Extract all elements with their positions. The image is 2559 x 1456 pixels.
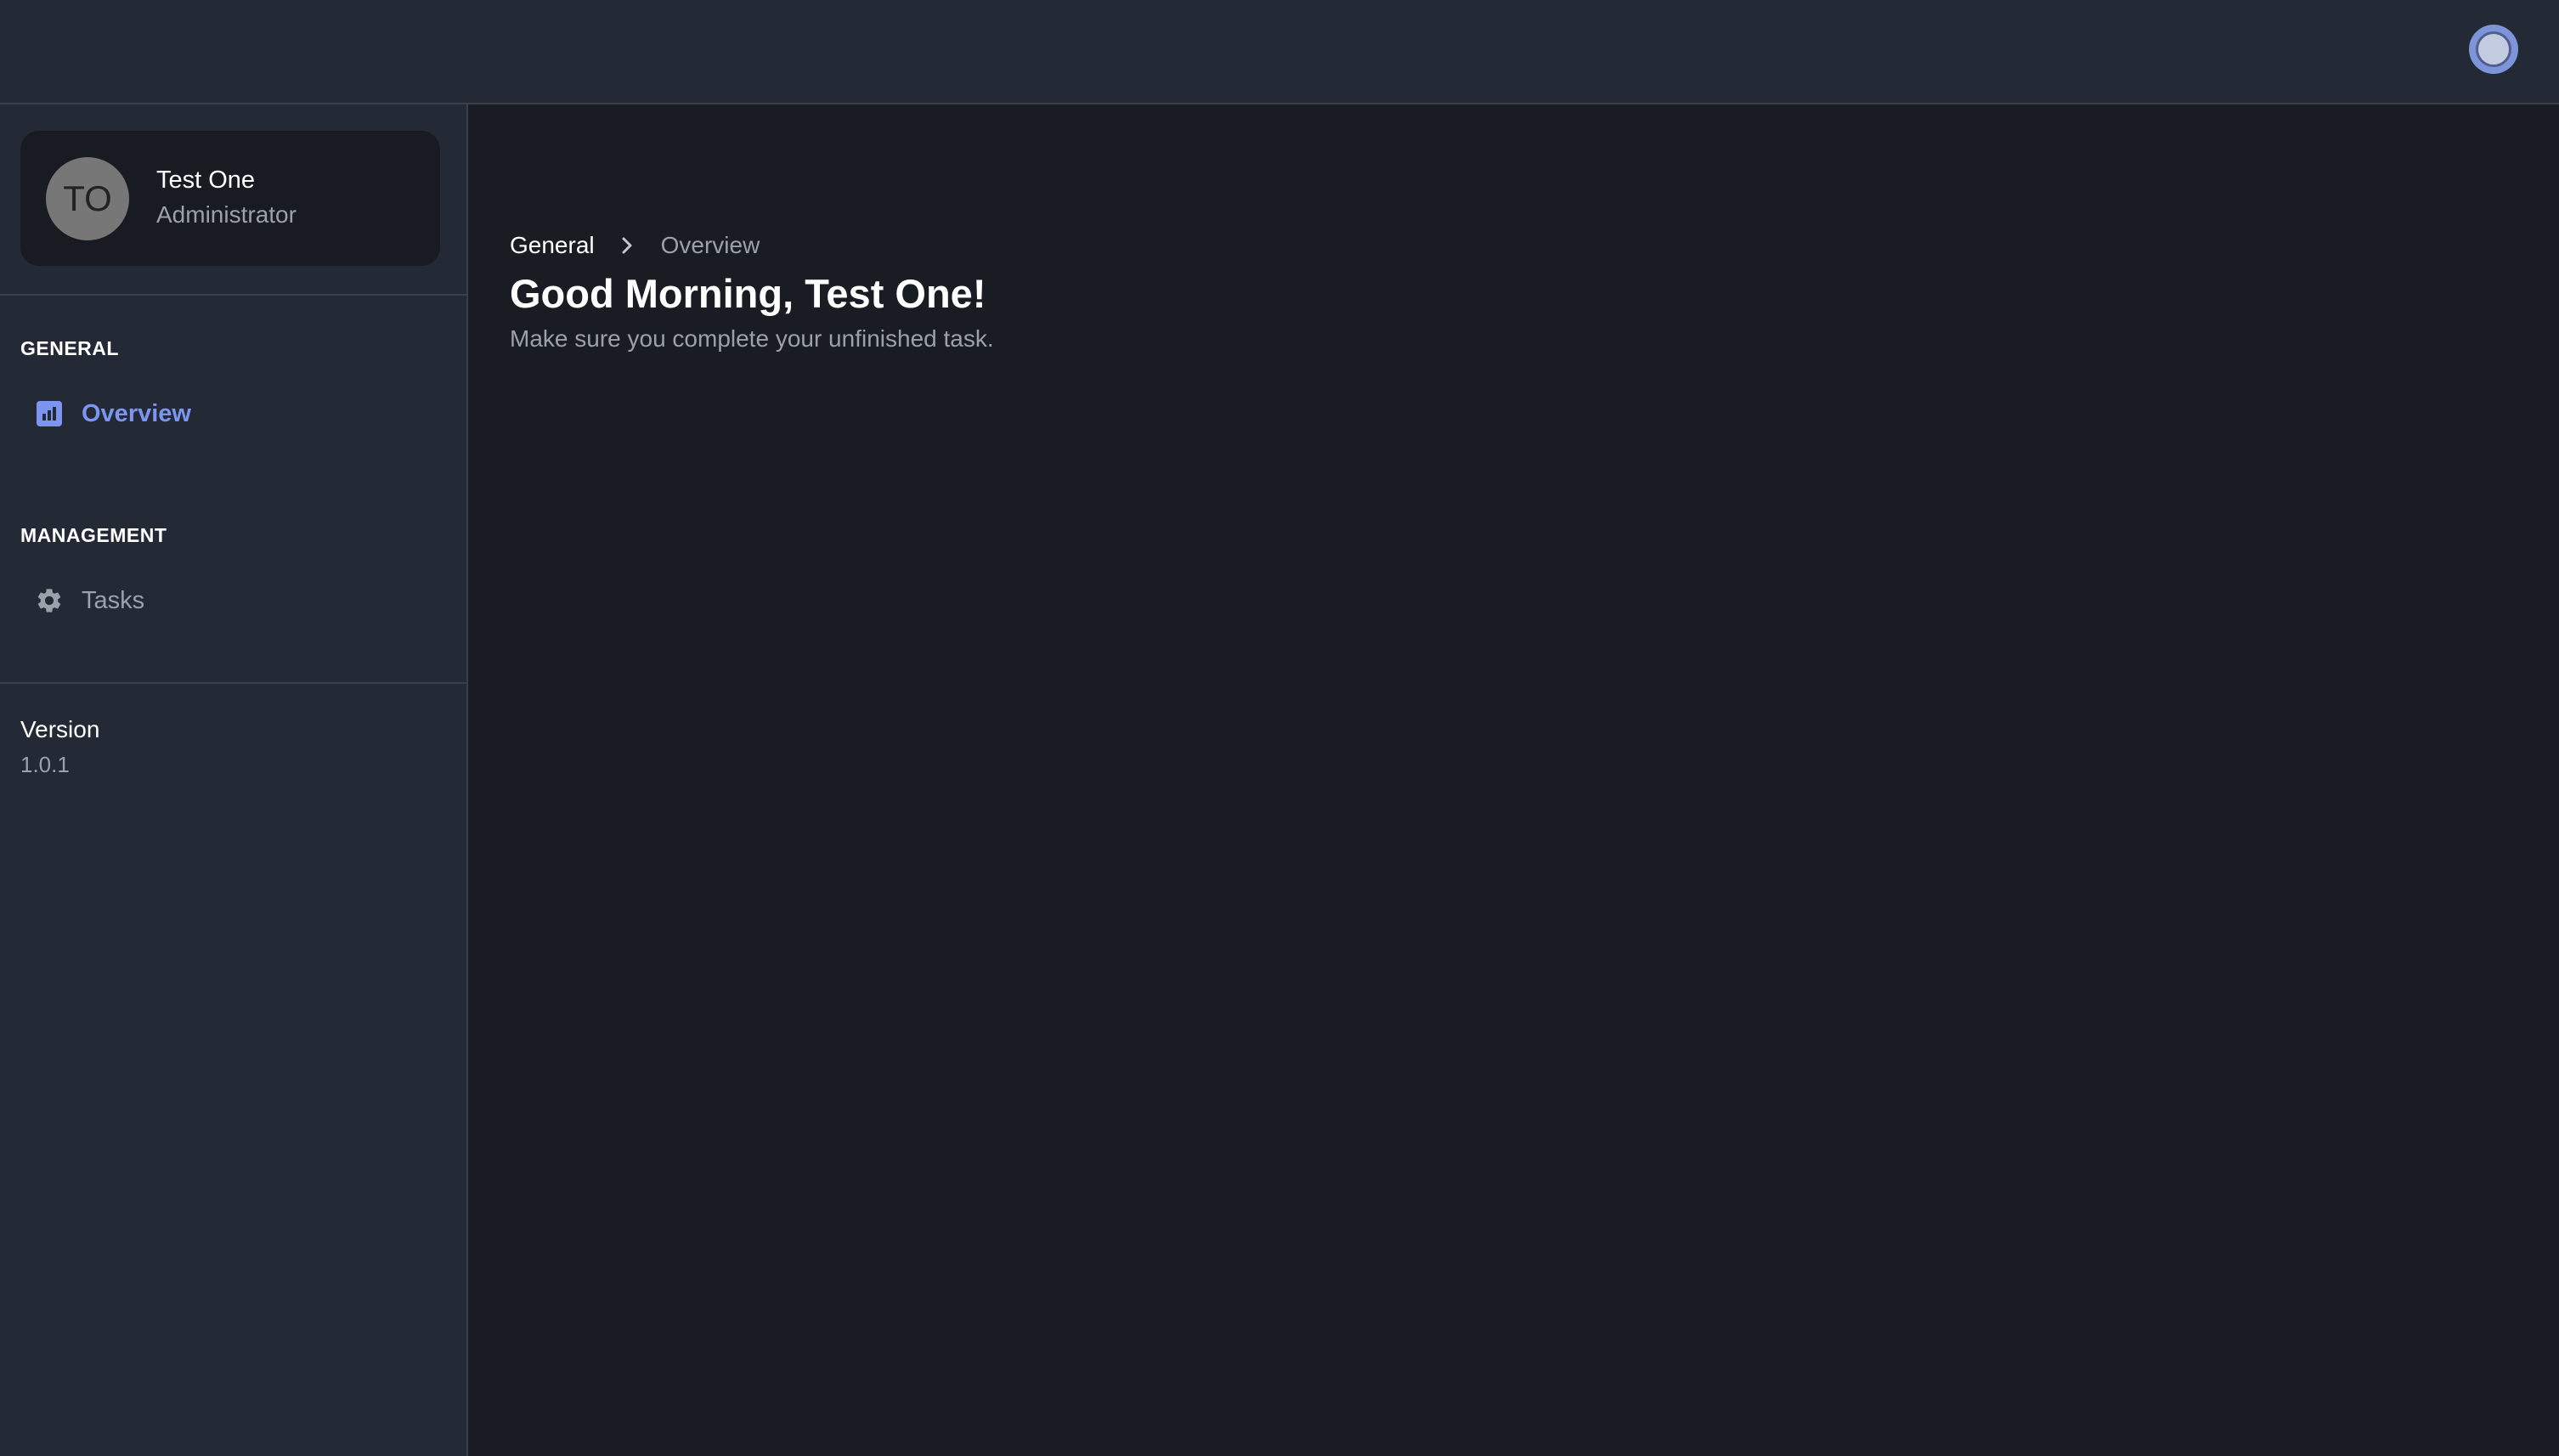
page-title: Good Morning, Test One! (510, 271, 986, 316)
theme-toggle-button[interactable] (2469, 25, 2518, 74)
profile-name: Test One (156, 166, 256, 194)
sidebar-item-label: Overview (82, 399, 191, 427)
sidebar: TO Test One Administrator GENERAL Overvi… (0, 104, 468, 1456)
breadcrumb-general-link[interactable]: General (510, 232, 595, 259)
breadcrumb-current: Overview (660, 232, 760, 258)
gear-icon (34, 585, 65, 616)
chevron-right-icon (619, 234, 636, 257)
sidebar-divider (0, 294, 466, 296)
sidebar-section-title-general: GENERAL (20, 337, 119, 359)
avatar: TO (46, 157, 129, 240)
sidebar-item-label: Tasks (82, 586, 145, 614)
sidebar-item-tasks[interactable]: Tasks (34, 575, 433, 626)
version-value: 1.0.1 (20, 752, 70, 777)
sidebar-divider (0, 682, 466, 684)
theme-toggle-icon (2476, 31, 2511, 67)
page-subtitle: Make sure you complete your unfinished t… (510, 325, 994, 352)
breadcrumb: General Overview (510, 232, 760, 259)
top-bar (0, 0, 2559, 104)
chart-icon (34, 398, 65, 429)
profile-card[interactable]: TO Test One Administrator (20, 131, 440, 266)
profile-role: Administrator (156, 201, 297, 228)
sidebar-section-title-management: MANAGEMENT (20, 524, 167, 546)
main-content: General Overview Good Morning, Test One!… (470, 106, 2559, 1456)
sidebar-item-overview[interactable]: Overview (34, 388, 433, 439)
version-label: Version (20, 716, 100, 742)
